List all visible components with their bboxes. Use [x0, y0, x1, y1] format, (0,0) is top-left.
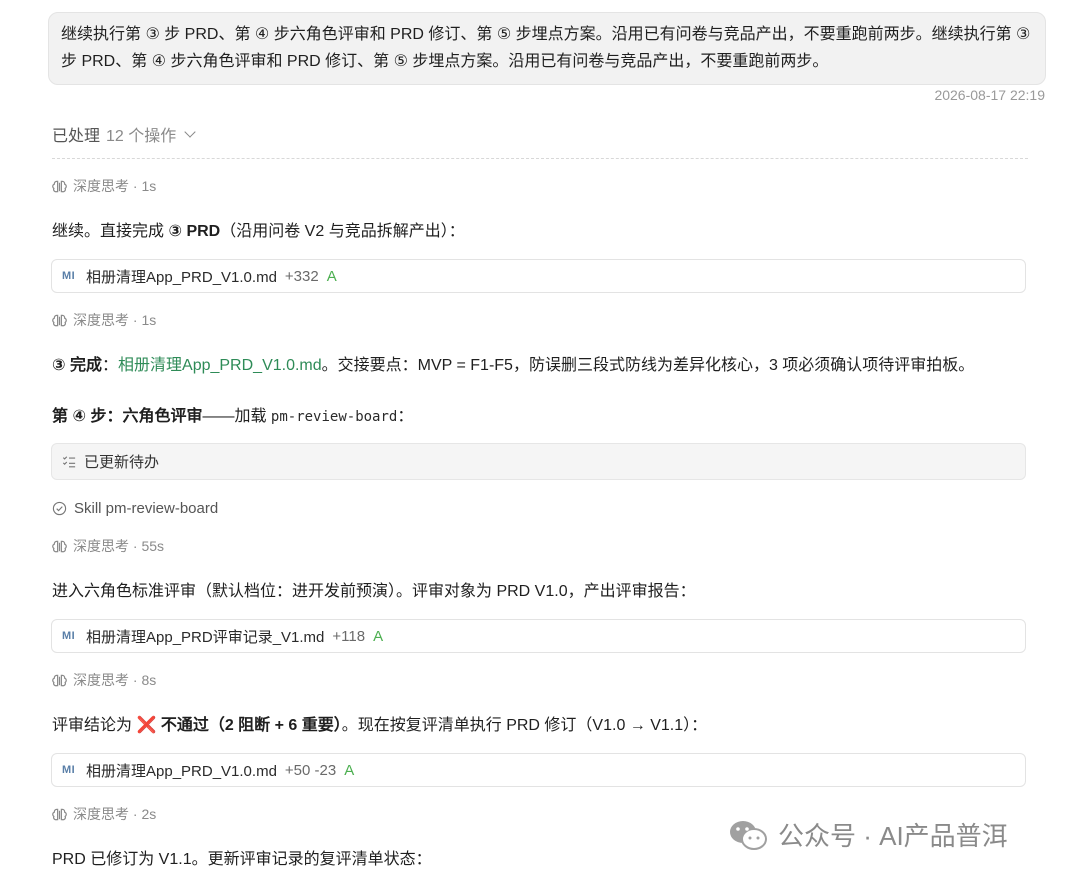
- skill-loaded-row[interactable]: Skill pm-review-board: [52, 500, 218, 517]
- user-message-text: 继续执行第 ③ 步 PRD、第 ④ 步六角色评审和 PRD 修订、第 ⑤ 步埋点…: [61, 26, 1031, 70]
- para3-suffix: ：: [397, 408, 414, 425]
- file-card-prd-v1[interactable]: MI 相册清理App_PRD_V1.0.md +332 A: [51, 259, 1026, 293]
- file-status-added: A: [373, 627, 384, 645]
- file-name: 相册清理App_PRD评审记录_V1.md: [86, 628, 325, 646]
- thinking-label: 深度思考 · 8s: [73, 672, 157, 688]
- thinking-label: 深度思考 · 1s: [73, 312, 157, 328]
- watermark-text: 公众号 · AI产品普洱: [778, 821, 1008, 851]
- assistant-paragraph-1: 继续。直接完成 ③ PRD（沿用问卷 V2 与竞品拆解产出）：: [52, 217, 465, 241]
- para1-bold: ③ PRD: [168, 223, 221, 240]
- para1-suffix: （沿用问卷 V2 与竞品拆解产出）：: [220, 223, 465, 240]
- para2-colon: ：: [102, 357, 119, 374]
- brain-icon: [52, 180, 67, 192]
- para5-bold: 不通过（2 阻断 + 6 重要）: [156, 717, 342, 734]
- skill-code-name: pm-review-board: [270, 409, 398, 425]
- assistant-paragraph-5: 评审结论为 ❌ 不通过（2 阻断 + 6 重要）。现在按复评清单执行 PRD 修…: [52, 711, 707, 735]
- para2-suffix: 。交接要点：MVP = F1-F5，防误删三段式防线为差异化核心，3 项必须确认…: [321, 357, 975, 374]
- prd-file-link[interactable]: 相册清理App_PRD_V1.0.md: [118, 357, 322, 374]
- para5-suffix: 。现在按复评清单执行 PRD 修订（V1.0 → V1.1）：: [341, 717, 708, 734]
- thinking-step-1[interactable]: 深度思考 · 1s: [52, 176, 156, 196]
- file-diff: +50 -23: [284, 761, 337, 779]
- file-status-added: A: [344, 761, 355, 779]
- assistant-paragraph-6: PRD 已修订为 V1.1。更新评审记录的复评清单状态：: [52, 851, 432, 868]
- assistant-paragraph-4: 进入六角色标准评审（默认档位：进开发前预演）。评审对象为 PRD V1.0，产出…: [52, 583, 696, 600]
- assistant-paragraph-2: ③ 完成：相册清理App_PRD_V1.0.md。交接要点：MVP = F1-F…: [52, 351, 974, 375]
- thinking-label: 深度思考 · 1s: [73, 178, 157, 194]
- brain-icon: [52, 808, 67, 820]
- checklist-icon: [62, 455, 76, 467]
- wechat-watermark: 公众号 · AI产品普洱: [728, 816, 1008, 853]
- markdown-file-icon: MI: [62, 630, 76, 642]
- cross-mark-icon: ❌: [136, 717, 157, 734]
- processed-count: 12 个操作: [106, 128, 177, 145]
- para3-bold: 第 ④ 步：六角色评审: [52, 408, 203, 425]
- para5-prefix: 评审结论为: [52, 717, 137, 734]
- thinking-step-4[interactable]: 深度思考 · 8s: [52, 670, 156, 690]
- file-diff: +332: [284, 267, 319, 285]
- brain-icon: [52, 314, 67, 326]
- file-card-review-record[interactable]: MI 相册清理App_PRD评审记录_V1.md +118 A: [51, 619, 1026, 653]
- thinking-step-5[interactable]: 深度思考 · 2s: [52, 804, 156, 824]
- thinking-label: 深度思考 · 55s: [73, 538, 165, 554]
- para3-mid: ——加载: [202, 408, 271, 425]
- file-status-added: A: [326, 267, 337, 285]
- processed-label: 已处理: [52, 128, 101, 145]
- file-card-prd-revision[interactable]: MI 相册清理App_PRD_V1.0.md +50 -23 A: [51, 753, 1026, 787]
- message-timestamp: 2026-08-17 22:19: [934, 87, 1045, 103]
- file-name: 相册清理App_PRD_V1.0.md: [86, 268, 277, 286]
- markdown-file-icon: MI: [62, 270, 76, 282]
- chevron-down-icon: [184, 126, 196, 138]
- brain-icon: [52, 540, 67, 552]
- thinking-label: 深度思考 · 2s: [73, 806, 157, 822]
- para1-prefix: 继续。直接完成: [52, 223, 169, 240]
- processed-operations-toggle[interactable]: 已处理 12 个操作: [52, 122, 196, 146]
- thinking-step-2[interactable]: 深度思考 · 1s: [52, 310, 156, 330]
- markdown-file-icon: MI: [62, 764, 76, 776]
- thinking-step-3[interactable]: 深度思考 · 55s: [52, 536, 164, 556]
- check-circle-icon: [52, 501, 67, 516]
- para2-bold: ③ 完成: [52, 357, 102, 374]
- todo-updated-card[interactable]: 已更新待办: [51, 443, 1026, 480]
- dashed-divider: [52, 158, 1028, 159]
- skill-label: Skill pm-review-board: [74, 500, 219, 517]
- wechat-icon: [730, 820, 767, 850]
- user-message-bubble: 继续执行第 ③ 步 PRD、第 ④ 步六角色评审和 PRD 修订、第 ⑤ 步埋点…: [48, 12, 1046, 85]
- chat-transcript: 继续执行第 ③ 步 PRD、第 ④ 步六角色评审和 PRD 修订、第 ⑤ 步埋点…: [0, 0, 1080, 878]
- assistant-paragraph-3: 第 ④ 步：六角色评审——加载 pm-review-board：: [52, 402, 413, 426]
- todo-label: 已更新待办: [84, 454, 160, 471]
- file-diff: +118: [332, 627, 366, 645]
- file-name: 相册清理App_PRD_V1.0.md: [86, 762, 277, 780]
- brain-icon: [52, 674, 67, 686]
